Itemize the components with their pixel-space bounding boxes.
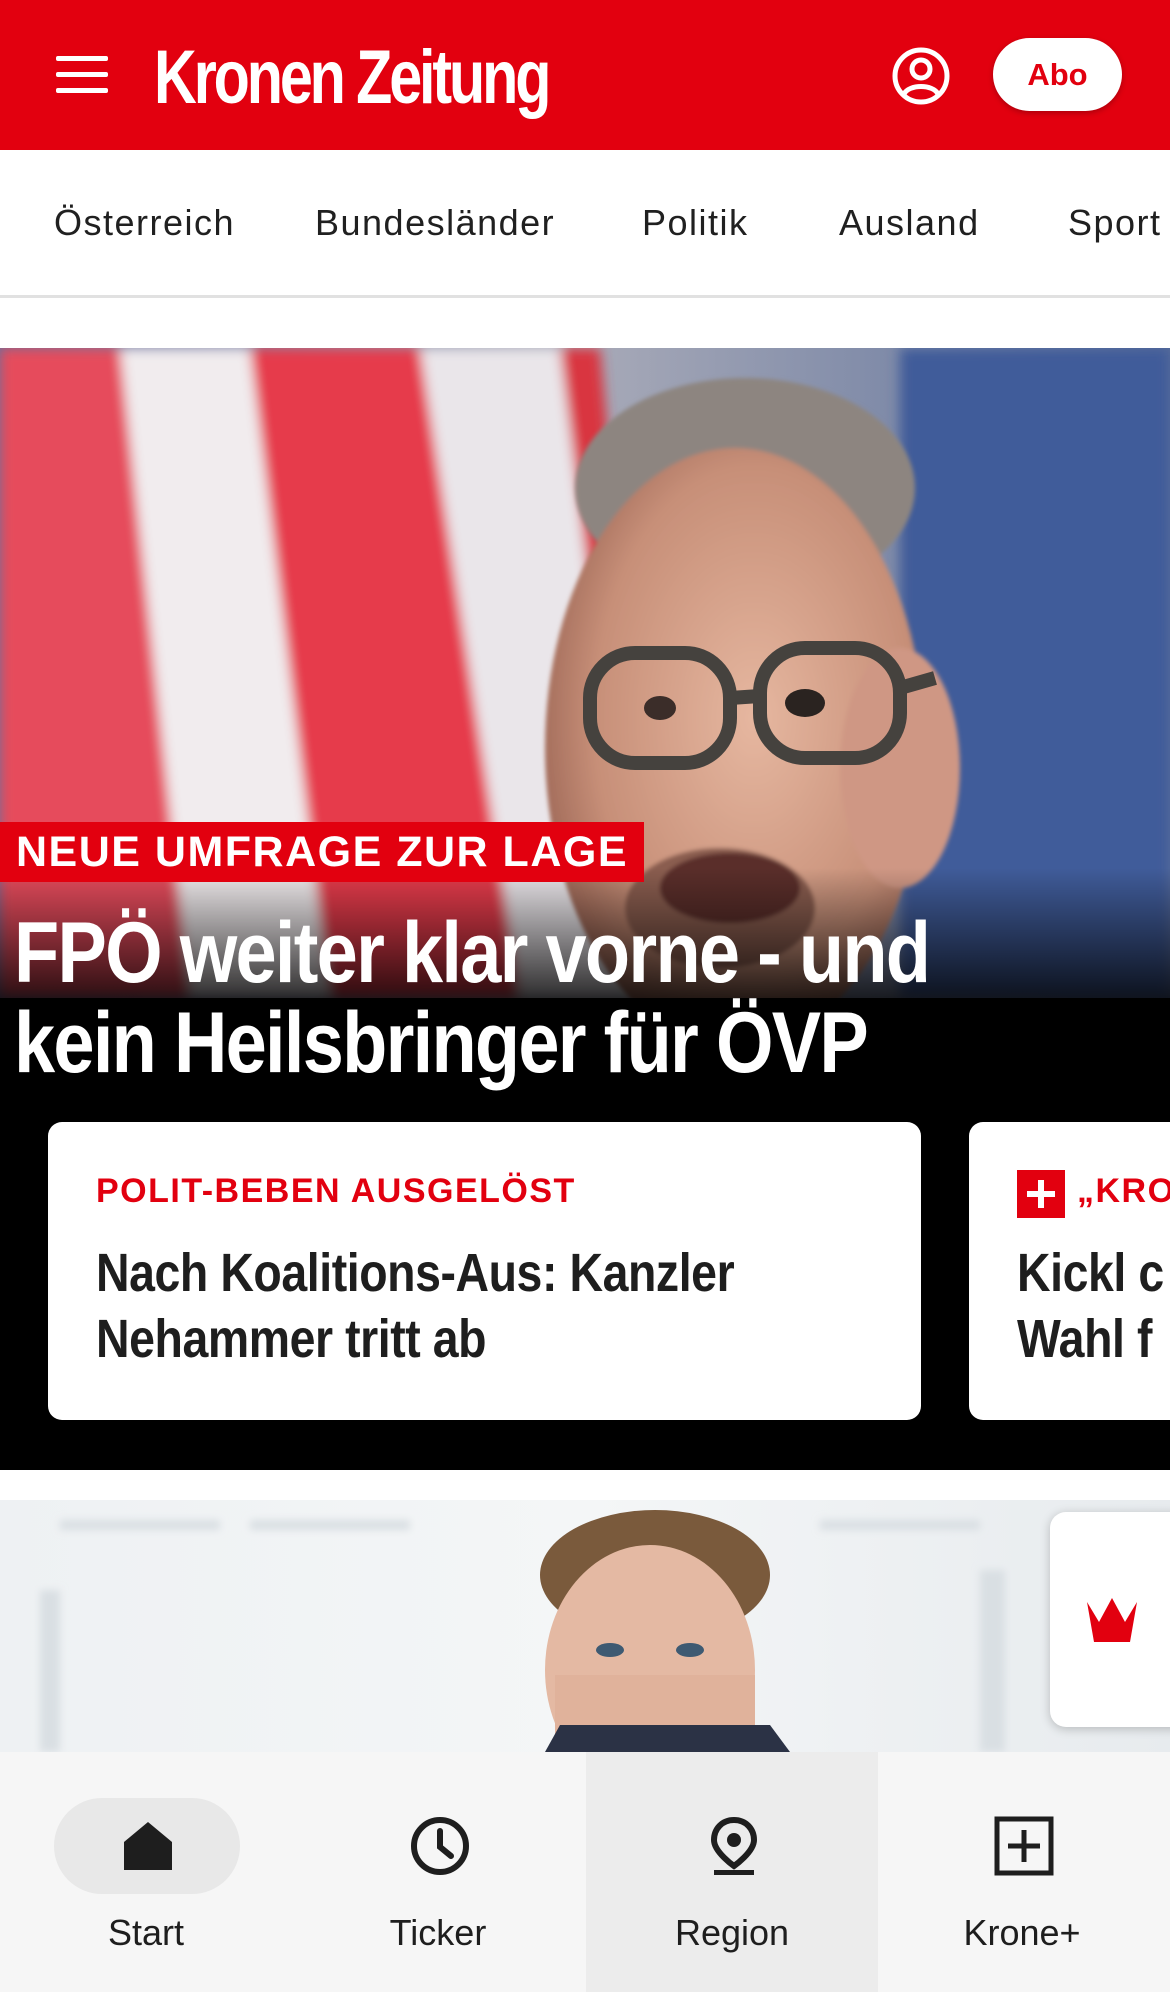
article-image[interactable] (0, 1500, 1170, 1752)
menu-icon-bar-top (56, 56, 108, 61)
category-oesterreich[interactable]: Österreich (54, 150, 235, 295)
hero-headline-line-1: FPÖ weiter klar vorne - und (14, 905, 931, 1001)
app-header: Kronen Zeitung Abo (0, 0, 1170, 150)
bottom-navigation: Start Ticker Region Krone+ (0, 1752, 1170, 1992)
teaser-title-line-1: Kickl c (1017, 1243, 1164, 1303)
teaser-card-partial[interactable]: „KRO Kickl c Wahl f (969, 1122, 1170, 1420)
location-pin-icon (710, 1816, 758, 1875)
account-icon[interactable] (891, 46, 951, 106)
nav-ticker[interactable]: Ticker (292, 1752, 584, 1992)
home-icon (124, 1822, 172, 1870)
hero-kicker: NEUE UMFRAGE ZUR LAGE (0, 822, 644, 882)
krone-widget[interactable] (1050, 1512, 1170, 1727)
teaser-title-line-1: Nach Koalitions-Aus: Kanzler (96, 1243, 735, 1303)
crown-icon (1087, 1598, 1137, 1642)
nav-label: Krone+ (963, 1912, 1081, 1953)
category-nav: Österreich Bundesländer Politik Ausland … (0, 150, 1170, 298)
nav-region[interactable]: Region (586, 1752, 878, 1992)
nav-label: Ticker (389, 1912, 487, 1953)
plus-square-icon (994, 1816, 1054, 1876)
category-ausland[interactable]: Ausland (839, 150, 980, 295)
teaser-kicker: „KRO (1077, 1172, 1170, 1210)
menu-button[interactable] (52, 52, 114, 98)
nav-label: Region (674, 1912, 790, 1953)
clock-icon (411, 1817, 469, 1875)
category-sport[interactable]: Sport (1068, 150, 1162, 295)
hero-headline-line-2: kein Heilsbringer für ÖVP (14, 995, 869, 1091)
plus-badge-icon (1017, 1170, 1065, 1218)
nav-start[interactable]: Start (0, 1752, 292, 1992)
category-bundeslaender[interactable]: Bundesländer (315, 150, 555, 295)
menu-icon-bar-middle (56, 72, 108, 77)
teaser-title: Nach Koalitions-Aus: Kanzler Nehammer tr… (96, 1240, 838, 1372)
abo-button[interactable]: Abo (993, 38, 1122, 111)
nav-label: Start (107, 1912, 185, 1953)
nav-krone-plus[interactable]: Krone+ (876, 1752, 1168, 1992)
teaser-card[interactable]: POLIT-BEBEN AUSGELÖST Nach Koalitions-Au… (48, 1122, 921, 1420)
teaser-title-line-2: Nehammer tritt ab (96, 1309, 487, 1369)
hero-article[interactable]: NEUE UMFRAGE ZUR LAGE FPÖ weiter klar vo… (0, 348, 1170, 1470)
teaser-title-line-2: Wahl f (1017, 1309, 1153, 1369)
teaser-kicker: POLIT-BEBEN AUSGELÖST (96, 1172, 576, 1210)
category-politik[interactable]: Politik (642, 150, 749, 295)
teaser-title: Kickl c Wahl f (1017, 1240, 1170, 1372)
logo[interactable]: Kronen Zeitung (154, 30, 551, 126)
hero-headline[interactable]: FPÖ weiter klar vorne - und kein Heilsbr… (14, 908, 1134, 1088)
menu-icon-bar-bottom (56, 88, 108, 93)
